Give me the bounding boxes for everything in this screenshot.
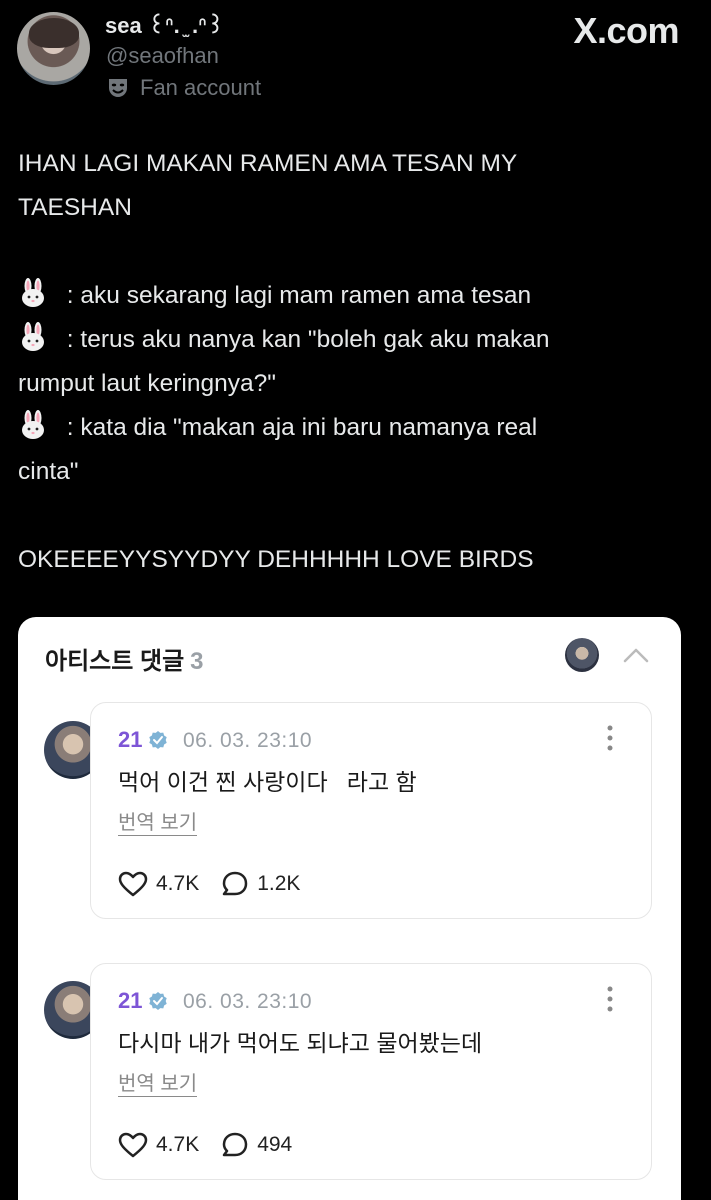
more-options-icon[interactable]: [607, 725, 613, 751]
comment-text: 다시마 내가 먹어도 되냐고 물어봤는데: [118, 1030, 483, 1056]
comment-author[interactable]: 21: [118, 988, 168, 1014]
heart-icon: [118, 1132, 148, 1158]
translate-link[interactable]: 번역 보기: [118, 811, 198, 836]
speech-bubble-icon: [222, 1132, 248, 1157]
rabbit-face-icon: [22, 278, 44, 307]
reply-count: 1.2K: [257, 872, 301, 895]
reply-button[interactable]: 494: [221, 1131, 292, 1159]
comment-item: 21 06. 03. 23:10 먹어 이건 찐 사랑이다 라고 함 번역 보기…: [90, 702, 652, 919]
user-handle[interactable]: @seaofhan: [106, 43, 219, 69]
tweet-line: OKEEEEYYSYYDYY DEHHHHH LOVE BIRDS: [18, 546, 534, 573]
account-label: Fan account: [106, 74, 261, 102]
tweet-line: : terus aku nanya kan "boleh gak aku mak…: [18, 318, 668, 362]
like-count: 4.7K: [156, 872, 200, 895]
tweet-line: rumput laut keringnya?": [18, 370, 276, 397]
comment-time: 06. 03. 23:10: [183, 990, 313, 1013]
x-com-watermark: X.com: [573, 10, 679, 51]
comment-time: 06. 03. 23:10: [183, 729, 313, 752]
tweet-line: IHAN LAGI MAKAN RAMEN AMA TESAN MY: [18, 150, 518, 177]
translate-link[interactable]: 번역 보기: [118, 1072, 198, 1097]
performing-arts-mask-icon: [106, 76, 130, 100]
profile-avatar[interactable]: [17, 12, 90, 85]
tweet-line: TAESHAN: [18, 194, 132, 221]
artist-avatar[interactable]: [565, 638, 599, 672]
comment-stats: 4.7K 1.2K: [118, 870, 322, 898]
speech-bubble-icon: [222, 871, 248, 896]
tweet-text: IHAN LAGI MAKAN RAMEN AMA TESAN MY TAESH…: [18, 142, 668, 582]
tweet-line: : kata dia "makan aja ini baru namanya r…: [18, 406, 668, 450]
heart-icon: [118, 871, 148, 897]
tweet-line: : aku sekarang lagi mam ramen ama tesan: [18, 274, 668, 318]
comment-text: 먹어 이건 찐 사랑이다 라고 함: [118, 769, 417, 795]
like-button[interactable]: 4.7K: [118, 1132, 199, 1158]
tweet-line: cinta": [18, 458, 79, 485]
reply-button[interactable]: 1.2K: [221, 870, 300, 898]
account-label-text: Fan account: [140, 75, 262, 100]
display-name[interactable]: sea ꒰ᐢ. ̫ .ᐢ꒱: [105, 10, 224, 39]
comment-item: 21 06. 03. 23:10 다시마 내가 먹어도 되냐고 물어봤는데 번역…: [90, 963, 652, 1180]
like-count: 4.7K: [156, 1133, 200, 1156]
rabbit-face-icon: [22, 410, 44, 439]
verified-icon: [149, 992, 168, 1010]
comment-stats: 4.7K 494: [118, 1131, 314, 1159]
artist-comments-card: 아티스트 댓글 3 21 06. 03. 23:10 먹어 이건 찐 사랑이다 라…: [18, 617, 681, 1200]
rabbit-face-icon: [22, 322, 44, 351]
chevron-up-icon[interactable]: [622, 645, 650, 665]
comment-author[interactable]: 21: [118, 727, 168, 753]
card-title: 아티스트 댓글 3: [45, 648, 204, 675]
verified-icon: [149, 731, 168, 749]
screenshot-page: sea ꒰ᐢ. ̫ .ᐢ꒱ @seaofhan Fan account X.co…: [0, 0, 711, 1200]
reply-count: 494: [257, 1133, 293, 1156]
like-button[interactable]: 4.7K: [118, 871, 199, 897]
more-options-icon[interactable]: [607, 986, 613, 1012]
comment-count: 3: [190, 648, 204, 675]
